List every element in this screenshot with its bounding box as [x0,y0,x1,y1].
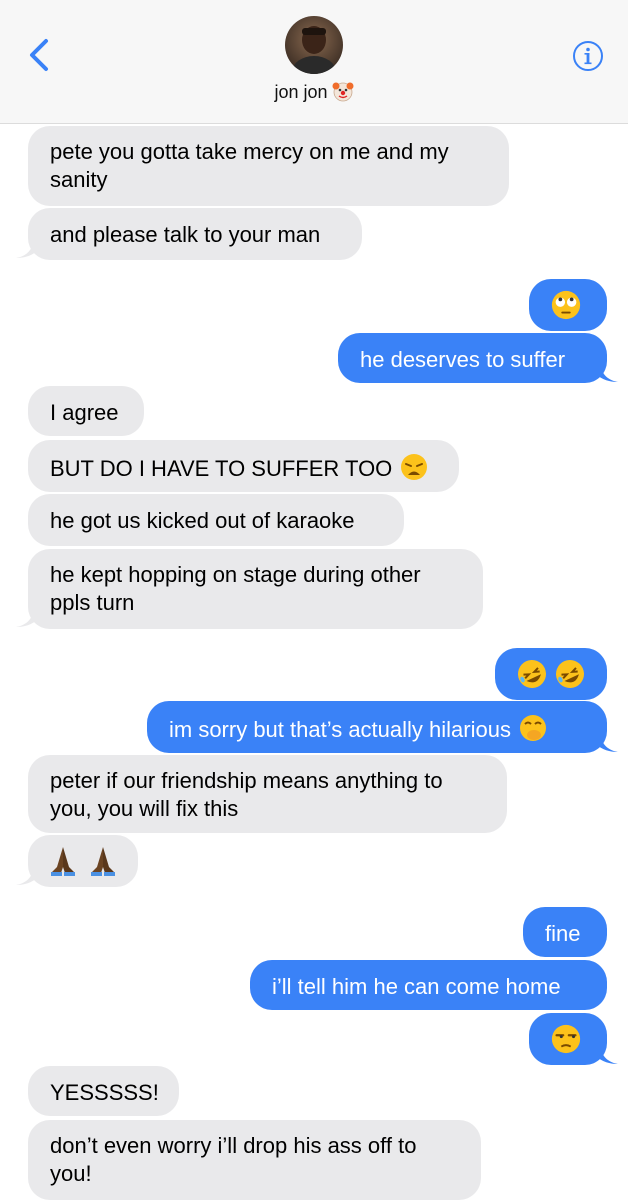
back-button[interactable] [26,38,56,72]
message-bubble-outgoing[interactable]: he deserves to suffer [338,333,607,383]
contact-name: jon jon [274,82,328,102]
messages-screen: jon jon pete you gotta take mercy on me … [0,0,628,1200]
message-text: YESSSSS! [50,1080,159,1105]
clown-face-icon [332,80,354,108]
bubble-tail [596,360,618,382]
message-bubble-incoming[interactable]: YESSSSS! [28,1066,179,1116]
info-button[interactable] [572,40,604,72]
message-text: you, you will fix this [50,796,239,821]
message-bubble-incoming[interactable]: don’t even worry i’ll drop his ass off t… [28,1120,481,1200]
message-text: im sorry but that’s actually hilarious [169,717,511,742]
message-text: he deserves to suffer [360,347,566,372]
contact-avatar[interactable] [285,16,343,74]
message-bubble-incoming[interactable] [28,835,138,887]
message-text: ppls turn [50,590,135,615]
bubble-tail [596,730,618,752]
message-bubble-incoming[interactable]: he kept hopping on stage during other pp… [28,549,483,629]
face-with-hand-over-mouth-icon [519,714,547,749]
message-text: i’ll tell him he can come home [272,974,561,999]
message-bubble-incoming[interactable]: BUT DO I HAVE TO SUFFER TOO [28,440,459,492]
chevron-left-icon [30,39,48,71]
unamused-face-icon [551,1024,581,1054]
message-text: and please talk to your man [50,222,321,247]
message-bubble-outgoing[interactable]: fine [523,907,607,957]
bubble-tail [16,863,38,885]
folded-hands-icon [91,847,115,876]
rolling-on-floor-laughing-icon [518,660,546,688]
conversation-header: jon jon [0,0,628,124]
message-bubble-incoming[interactable]: and please talk to your man [28,208,362,260]
message-bubble-incoming[interactable]: peter if our friendship means anything t… [28,755,507,833]
message-bubble-outgoing[interactable]: im sorry but that’s actually hilarious [147,701,607,753]
weary-face-icon [400,453,428,488]
message-text: pete you gotta take mercy on me and my [50,139,449,164]
message-text: he got us kicked out of karaoke [50,508,355,533]
bubble-tail [16,236,38,258]
message-bubble-outgoing[interactable] [495,648,607,700]
message-text: peter if our friendship means anything t… [50,768,443,793]
message-text: he kept hopping on stage during other [50,562,421,587]
message-bubble-incoming[interactable]: pete you gotta take mercy on me and my s… [28,126,509,206]
message-bubble-outgoing[interactable]: i’ll tell him he can come home [250,960,607,1010]
bubble-tail [596,1042,618,1064]
face-with-rolling-eyes-icon [551,290,581,320]
info-icon [573,41,603,71]
message-text: you! [50,1161,92,1186]
message-bubble-outgoing[interactable] [529,279,607,331]
message-text: fine [545,921,581,946]
message-text: BUT DO I HAVE TO SUFFER TOO [50,456,393,481]
message-bubble-incoming[interactable]: he got us kicked out of karaoke [28,494,404,546]
message-text: sanity [50,167,108,192]
folded-hands-icon [51,847,75,876]
contact-name-row[interactable]: jon jon [0,80,628,108]
rolling-on-floor-laughing-icon [556,660,584,688]
bubble-tail [16,605,38,627]
message-text: don’t even worry i’ll drop his ass off t… [50,1133,417,1158]
message-text: I agree [50,400,119,425]
message-bubble-incoming[interactable]: I agree [28,386,144,436]
